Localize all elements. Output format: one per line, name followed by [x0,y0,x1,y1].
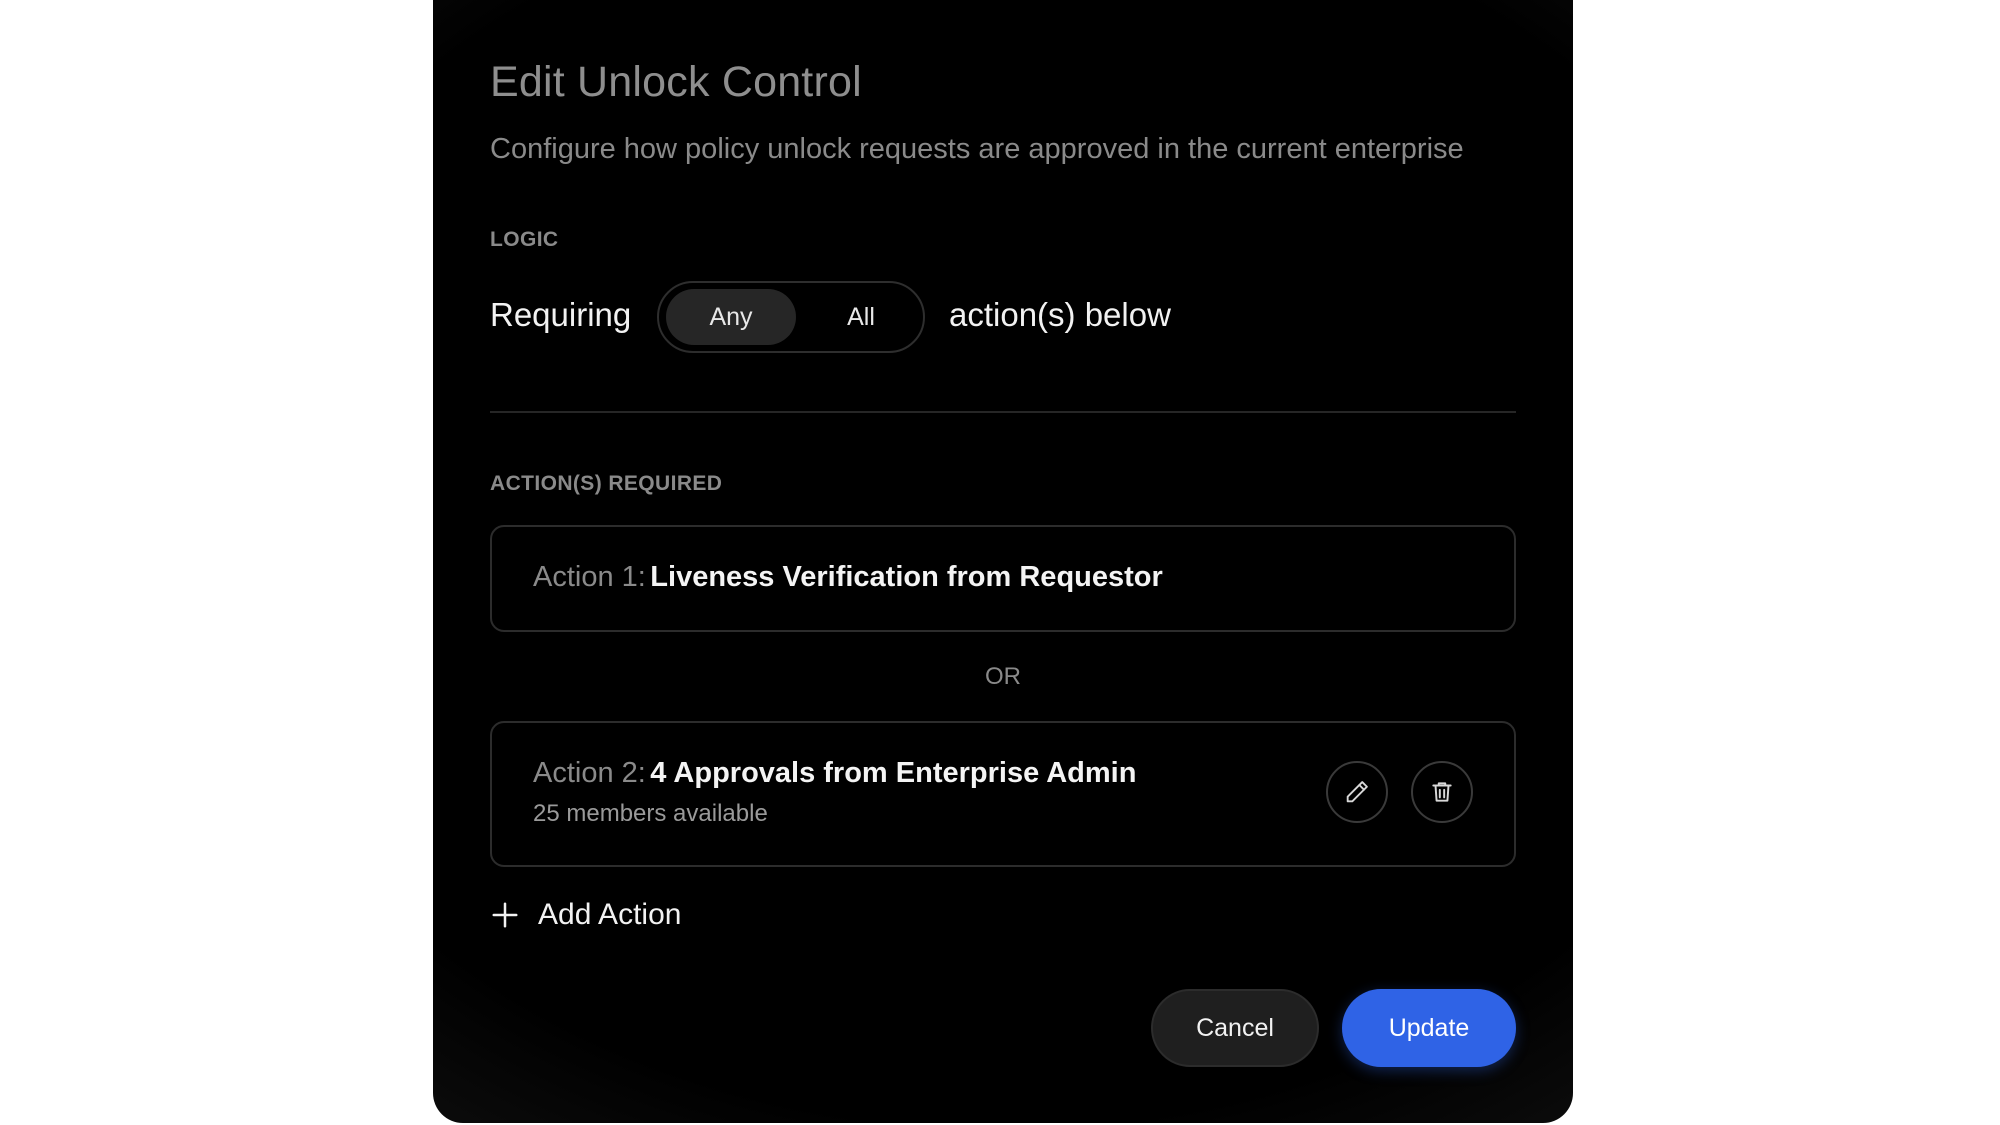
actions-section-label: ACTION(S) REQUIRED [490,472,723,495]
logic-section-label: LOGIC [490,228,559,251]
action-2-prefix: Action 2: [533,757,646,789]
plus-icon [490,900,520,930]
update-button[interactable]: Update [1342,989,1516,1067]
edit-action-button[interactable] [1326,761,1388,823]
cancel-button[interactable]: Cancel [1151,989,1319,1067]
add-action-label: Add Action [538,898,682,931]
action-2-members-available: 25 members available [533,800,768,827]
actions-below-label: action(s) below [949,296,1171,333]
toggle-option-any[interactable]: Any [666,289,796,345]
toggle-option-all[interactable]: All [796,289,926,345]
or-separator: OR [985,663,1021,690]
requiring-label: Requiring [490,296,632,333]
action-card-2[interactable]: Action 2: 4 Approvals from Enterprise Ad… [490,721,1516,867]
pencil-icon [1343,778,1371,806]
action-2-title: 4 Approvals from Enterprise Admin [650,757,1137,789]
divider [490,411,1516,413]
action-card-1[interactable]: Action 1: Liveness Verification from Req… [490,525,1516,632]
action-1-title: Liveness Verification from Requestor [650,561,1163,593]
add-action-button[interactable]: Add Action [490,895,681,935]
dialog-subtitle: Configure how policy unlock requests are… [490,133,1464,165]
action-1-prefix: Action 1: [533,561,646,593]
edit-unlock-control-dialog: Edit Unlock Control Configure how policy… [433,0,1573,1123]
delete-action-button[interactable] [1411,761,1473,823]
logic-toggle[interactable]: Any All [657,281,925,353]
trash-icon [1429,779,1455,805]
dialog-title: Edit Unlock Control [490,58,862,106]
